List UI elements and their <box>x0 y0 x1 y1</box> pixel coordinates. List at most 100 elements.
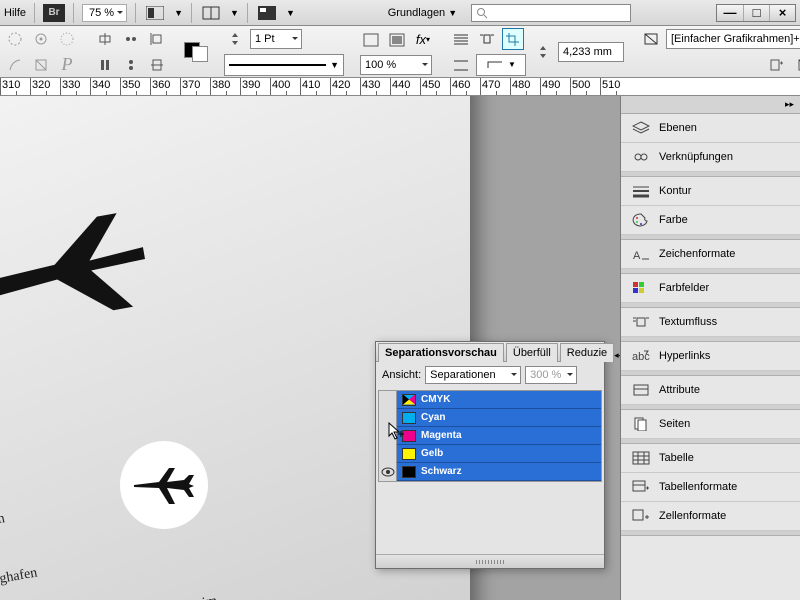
panel-titlebar[interactable]: Separationsvorschau Überfüll Reduzie ◂◂ … <box>376 342 604 362</box>
frame-width-field[interactable]: 4,233 mm <box>558 42 624 62</box>
attr-icon <box>631 382 651 398</box>
maximize-button[interactable]: □ <box>743 5 769 21</box>
textwrap-icon[interactable] <box>450 28 472 50</box>
panel-tab-ebenen[interactable]: Ebenen <box>621 114 800 143</box>
ink-name: Magenta <box>421 430 462 441</box>
separator <box>191 3 192 23</box>
new-style-icon[interactable] <box>766 54 788 76</box>
tab-trap[interactable]: Überfüll <box>506 343 558 362</box>
linetype-dropdown[interactable]: ▼ <box>224 54 344 76</box>
separation-row[interactable]: Schwarz <box>379 463 601 481</box>
swatch-icon <box>631 280 651 296</box>
panel-collapse-icon[interactable]: ◂◂ <box>614 350 620 361</box>
textwrap-icon[interactable] <box>476 28 498 50</box>
stroke-steppers[interactable] <box>224 28 246 50</box>
layers-icon <box>631 120 651 136</box>
panel-tab-verknüpfungen[interactable]: Verknüpfungen <box>621 143 800 172</box>
paragraph-tool-icon[interactable]: P <box>56 54 78 76</box>
search-input[interactable] <box>471 4 631 22</box>
menu-help[interactable]: Hilfe <box>4 7 26 19</box>
char-icon: A <box>631 246 651 262</box>
cursor-icon <box>388 422 406 442</box>
tool-icon[interactable] <box>30 28 52 50</box>
view-label: Ansicht: <box>382 369 421 381</box>
separations-list[interactable]: CMYK Cyan Magenta Gelb Schwarz <box>378 390 602 482</box>
separation-row[interactable]: Cyan <box>379 409 601 427</box>
align-icon[interactable] <box>94 54 116 76</box>
crop-icon[interactable] <box>502 28 524 50</box>
panel-tab-farbe[interactable]: Farbe <box>621 206 800 235</box>
panel-tab-zeichenformate[interactable]: A Zeichenformate <box>621 240 800 269</box>
wrap-icon <box>631 314 651 330</box>
horizontal-ruler[interactable]: 3103203303403503603703803904004104204304… <box>0 78 800 96</box>
panel-tab-seiten[interactable]: Seiten <box>621 410 800 439</box>
screen-mode-button[interactable] <box>144 2 166 24</box>
arrange-button[interactable] <box>200 2 222 24</box>
object-style-icon[interactable] <box>640 28 662 50</box>
visibility-toggle[interactable] <box>379 445 397 463</box>
panel-label: Tabellenformate <box>659 481 737 493</box>
object-style-dropdown[interactable]: [Einfacher Grafikrahmen]+ <box>666 29 800 49</box>
separations-preview-panel[interactable]: Separationsvorschau Überfüll Reduzie ◂◂ … <box>375 341 605 569</box>
fx-icon[interactable] <box>360 29 382 51</box>
align-icon[interactable] <box>120 54 142 76</box>
tool-icon[interactable] <box>4 28 26 50</box>
panel-label: Zellenformate <box>659 510 726 522</box>
tool-icon[interactable] <box>56 28 78 50</box>
panel-tab-hyperlinks[interactable]: abcHyperlinks <box>621 342 800 371</box>
bridge-button[interactable]: Br <box>43 4 65 22</box>
align-icon[interactable] <box>94 28 116 50</box>
panel-label: Zeichenformate <box>659 248 735 260</box>
panel-tab-attribute[interactable]: Attribute <box>621 376 800 405</box>
corner-dropdown[interactable]: ▼ <box>476 54 526 76</box>
window-controls: ― □ × <box>716 4 796 22</box>
table-icon <box>631 450 651 466</box>
align-icon[interactable] <box>146 28 168 50</box>
ink-limit-dropdown[interactable]: 300 % <box>525 366 577 384</box>
panel-tab-zellenformate[interactable]: Zellenformate <box>621 502 800 531</box>
separation-row[interactable]: Gelb <box>379 445 601 463</box>
stroke-weight-field[interactable]: 1 Pt <box>250 29 302 49</box>
panel-dock-collapse[interactable]: ▸▸ <box>621 96 800 114</box>
links-icon <box>631 149 651 165</box>
tab-flatten[interactable]: Reduzie <box>560 343 614 362</box>
separation-row[interactable]: Magenta <box>379 427 601 445</box>
workspace-switcher[interactable]: Grundlagen ▼ <box>388 7 457 19</box>
panel-label: Hyperlinks <box>659 350 710 362</box>
document-canvas[interactable]: s es digitalenfür denurter Flughafen des… <box>0 96 620 600</box>
separation-row[interactable]: CMYK <box>379 391 601 409</box>
close-button[interactable]: × <box>769 5 795 21</box>
align-icon[interactable] <box>146 54 168 76</box>
panel-label: Ebenen <box>659 122 697 134</box>
fx-button[interactable]: fx▾ <box>412 29 434 51</box>
panel-tab-tabellenformate[interactable]: Tabellenformate <box>621 473 800 502</box>
pages-icon <box>631 416 651 432</box>
panel-label: Tabelle <box>659 452 694 464</box>
ink-name: Gelb <box>421 448 443 459</box>
fill-stroke-swatch[interactable] <box>184 42 208 62</box>
tab-separations-preview[interactable]: Separationsvorschau <box>378 343 504 362</box>
ink-name: Cyan <box>421 412 445 423</box>
zoom-level-dropdown[interactable]: 75 % <box>82 4 127 22</box>
view-mode-dropdown[interactable]: Separationen <box>425 366 521 384</box>
textwrap-icon[interactable] <box>450 54 472 76</box>
align-icon[interactable] <box>120 28 142 50</box>
opacity-field[interactable]: 100 % <box>360 55 432 75</box>
minimize-button[interactable]: ― <box>717 5 743 21</box>
clear-style-icon[interactable] <box>794 54 800 76</box>
view-options-button[interactable] <box>256 2 278 24</box>
tool-icon[interactable] <box>4 54 26 76</box>
visibility-toggle[interactable] <box>379 463 397 481</box>
ink-name: CMYK <box>421 394 450 405</box>
panel-tab-textumfluss[interactable]: Textumfluss <box>621 308 800 337</box>
stepper-icon[interactable] <box>532 41 554 63</box>
panel-tab-tabelle[interactable]: Tabelle <box>621 444 800 473</box>
panel-label: Seiten <box>659 418 690 430</box>
panel-label: Farbe <box>659 214 688 226</box>
fx-icon[interactable] <box>386 29 408 51</box>
panel-resize-grip[interactable] <box>376 554 604 568</box>
panel-tab-kontur[interactable]: Kontur <box>621 177 800 206</box>
tool-icon[interactable] <box>30 54 52 76</box>
visibility-toggle[interactable] <box>379 391 397 409</box>
panel-tab-farbfelder[interactable]: Farbfelder <box>621 274 800 303</box>
